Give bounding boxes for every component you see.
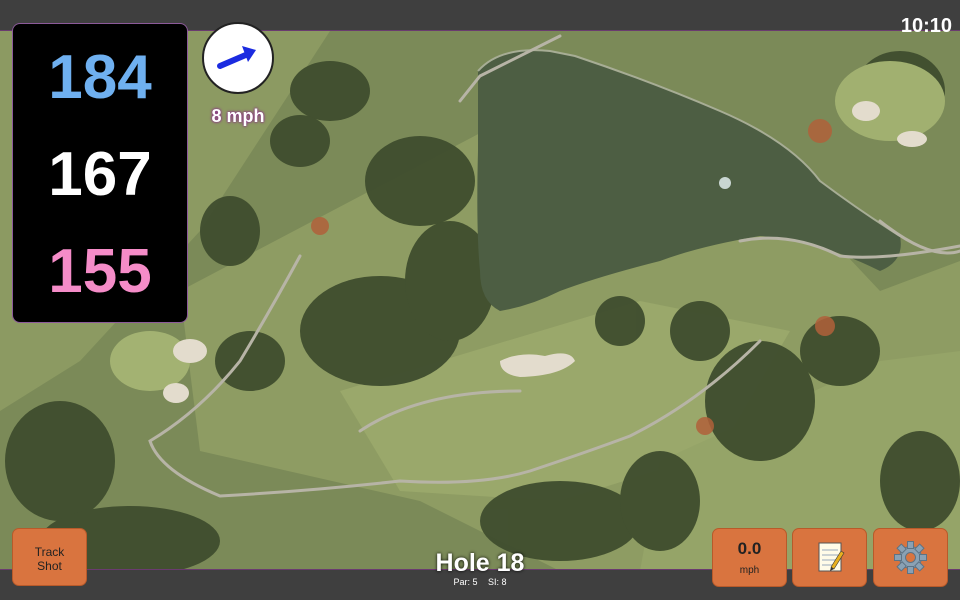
track-shot-label-line2: Shot [37,559,62,573]
track-shot-button[interactable]: Track Shot [12,528,87,586]
front-yardage: 155 [48,237,152,306]
yardage-panel: 184 167 155 [12,23,188,323]
speed-button[interactable]: 0.0 mph [712,528,787,587]
wind-indicator [202,22,274,94]
middle-yardage: 167 [48,140,152,209]
back-yardage: 184 [48,43,152,112]
hole-stroke-index: SI: 8 [488,577,507,587]
notepad-icon [818,542,845,572]
hole-title: Hole 18 [435,549,525,577]
hole-par: Par: 5 [453,577,478,587]
hole-info: Par: 5 SI: 8 [380,577,580,587]
gear-icon [894,541,927,574]
settings-button[interactable] [873,528,948,587]
wind-speed: 8 mph [211,106,265,126]
clock: 10:10 [900,15,952,37]
arrow-up-right-icon [217,46,256,69]
speed-value: 0.0 [737,539,762,558]
track-shot-label-line1: Track [34,545,65,559]
speed-unit: mph [739,565,760,576]
notes-button[interactable] [792,528,867,587]
